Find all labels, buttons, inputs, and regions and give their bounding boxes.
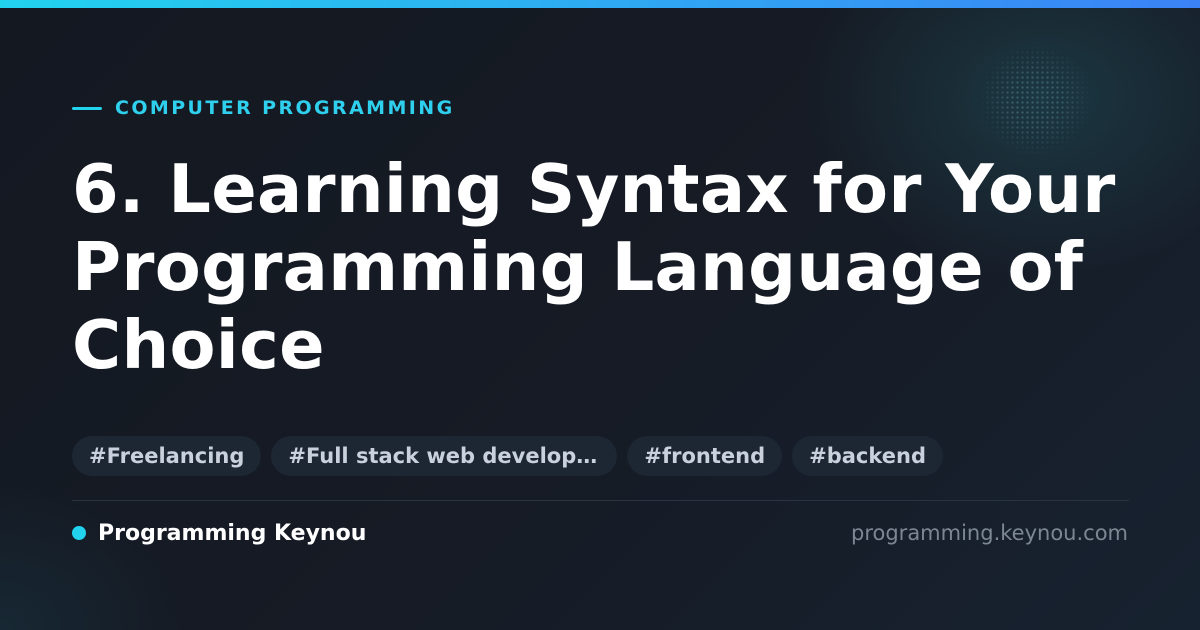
footer-divider (72, 500, 1129, 501)
tag-full-stack-web-development[interactable]: #Full stack web developm… (271, 436, 618, 476)
category-label: COMPUTER PROGRAMMING (72, 96, 455, 120)
tag-list: #Freelancing #Full stack web developm… #… (72, 436, 943, 476)
brand-name: Programming Keynou (98, 520, 367, 546)
tag-backend[interactable]: #backend (792, 436, 943, 476)
tag-frontend[interactable]: #frontend (627, 436, 783, 476)
brand: Programming Keynou (72, 518, 366, 548)
accent-top-bar (0, 0, 1200, 8)
category-dash-icon (72, 106, 102, 110)
page-title: 6. Learning Syntax for Your Programming … (72, 150, 1116, 384)
category-text: COMPUTER PROGRAMMING (115, 97, 455, 119)
brand-dot-icon (72, 526, 86, 540)
site-domain: programming.keynou.com (851, 521, 1128, 545)
tag-freelancing[interactable]: #Freelancing (72, 436, 262, 476)
share-card: COMPUTER PROGRAMMING 6. Learning Syntax … (0, 0, 1200, 630)
dot-pattern-decoration (975, 45, 1095, 155)
